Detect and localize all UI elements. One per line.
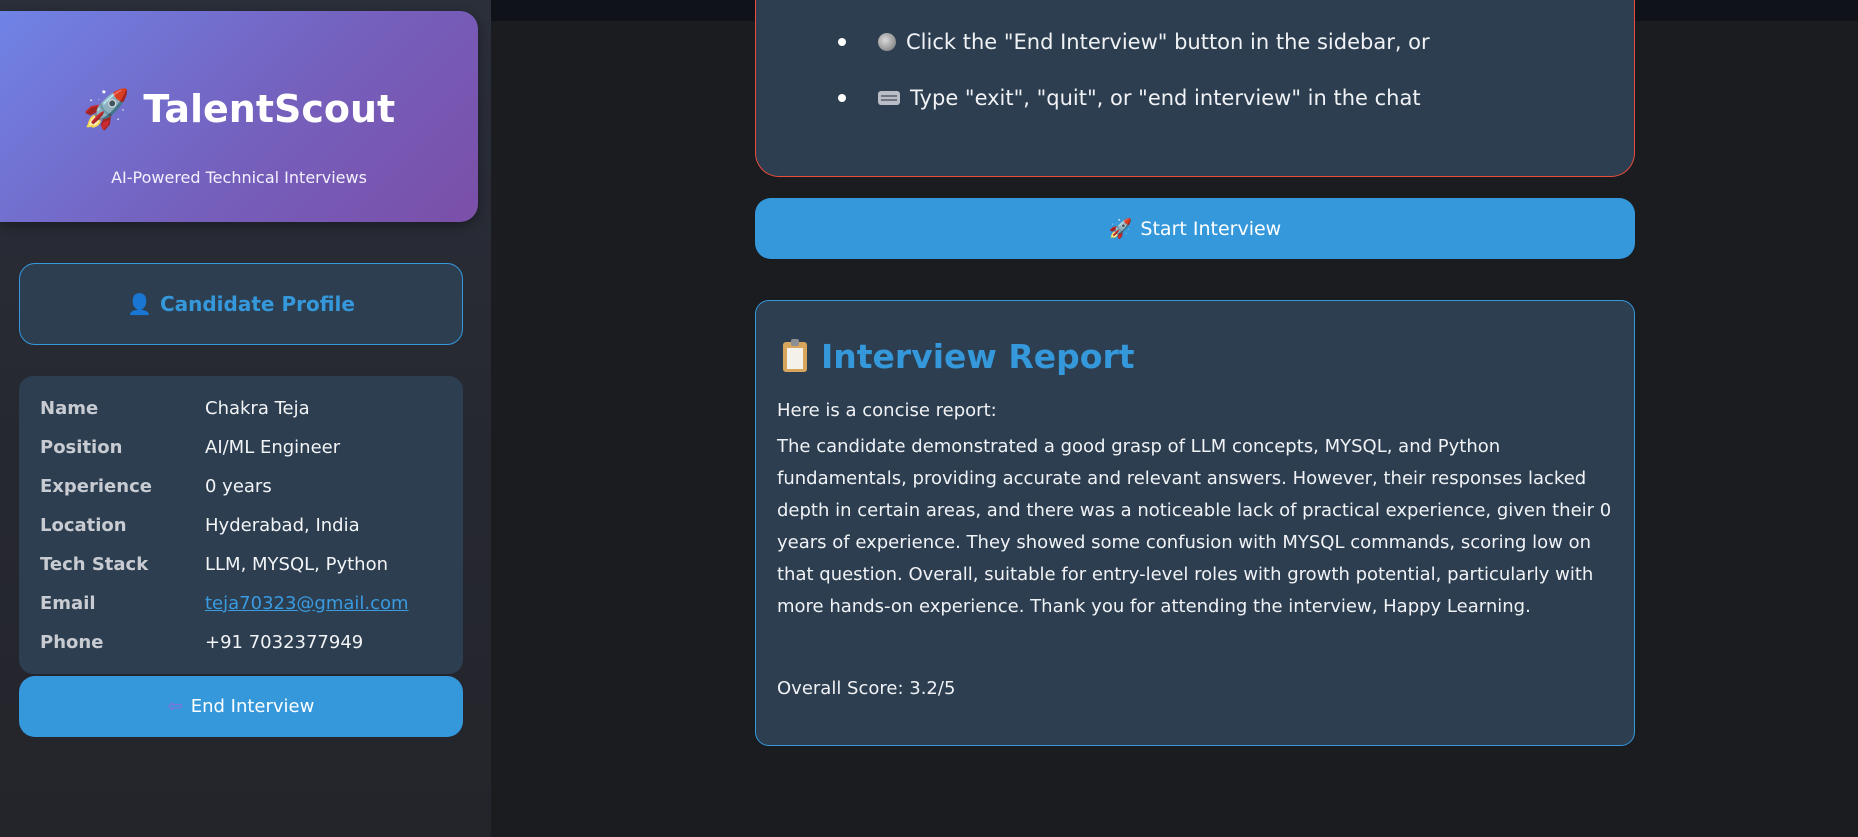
profile-row-experience: Experience 0 years <box>40 473 440 499</box>
profile-label: Name <box>40 397 99 419</box>
start-interview-button[interactable]: 🚀 Start Interview <box>755 198 1635 259</box>
profile-value: 0 years <box>205 475 272 497</box>
instruction-item: Type "exit", "quit", or "end interview" … <box>838 86 1421 110</box>
instruction-text: Type "exit", "quit", or "end interview" … <box>910 86 1421 110</box>
profile-row-position: Position AI/ML Engineer <box>40 434 440 460</box>
profile-row-email: Email teja70323@gmail.com <box>40 590 440 616</box>
profile-label: Tech Stack <box>40 553 149 575</box>
profile-row-location: Location Hyderabad, India <box>40 512 440 538</box>
rocket-icon: 🚀 <box>82 87 131 131</box>
interview-report-card: Interview Report Here is a concise repor… <box>755 300 1635 746</box>
exit-icon: ⇦ <box>167 696 183 717</box>
profile-label: Phone <box>40 631 104 653</box>
brand-title-row: 🚀 TalentScout <box>0 87 478 132</box>
end-interview-label: End Interview <box>190 696 315 717</box>
candidate-profile-header: 👤 Candidate Profile <box>19 263 463 345</box>
bullet <box>838 38 846 46</box>
keyboard-icon <box>878 91 900 105</box>
instruction-item: Click the "End Interview" button in the … <box>838 30 1430 54</box>
profile-label: Email <box>40 592 96 614</box>
start-interview-label: Start Interview <box>1140 217 1282 240</box>
clipboard-icon <box>783 338 807 372</box>
overall-score: Overall Score: 3.2/5 <box>777 678 956 699</box>
brand-subtitle: AI-Powered Technical Interviews <box>111 168 367 187</box>
profile-row-phone: Phone +91 7032377949 <box>40 629 440 655</box>
report-title-row: Interview Report <box>783 337 1135 376</box>
profile-value: AI/ML Engineer <box>205 436 341 458</box>
profile-value: +91 7032377949 <box>205 631 364 653</box>
report-body: The candidate demonstrated a good grasp … <box>777 436 1612 617</box>
rocket-icon: 🚀 <box>1108 218 1133 240</box>
person-icon: 👤 <box>127 292 152 316</box>
profile-info-card: Name Chakra Teja Position AI/ML Engineer… <box>19 376 463 674</box>
report-intro: Here is a concise report: <box>777 400 997 421</box>
report-title: Interview Report <box>821 337 1135 376</box>
instruction-text: Click the "End Interview" button in the … <box>906 30 1430 54</box>
sidebar: 🚀 TalentScout AI-Powered Technical Inter… <box>0 0 491 837</box>
profile-label: Position <box>40 436 123 458</box>
profile-label: Location <box>40 514 127 536</box>
profile-value: Chakra Teja <box>205 397 310 419</box>
profile-row-tech-stack: Tech Stack LLM, MYSQL, Python <box>40 551 440 577</box>
candidate-profile-title: Candidate Profile <box>159 292 355 316</box>
end-interview-button[interactable]: ⇦ End Interview <box>19 676 463 737</box>
profile-row-name: Name Chakra Teja <box>40 395 440 421</box>
bullet <box>838 94 846 102</box>
radio-button-icon <box>878 33 896 51</box>
instructions-card: Click the "End Interview" button in the … <box>755 0 1635 177</box>
profile-value: LLM, MYSQL, Python <box>205 553 389 575</box>
profile-label: Experience <box>40 475 152 497</box>
profile-value: Hyderabad, India <box>205 514 360 536</box>
email-link[interactable]: teja70323@gmail.com <box>205 593 409 614</box>
brand-title: TalentScout <box>143 87 396 131</box>
brand-header: 🚀 TalentScout AI-Powered Technical Inter… <box>0 11 478 222</box>
